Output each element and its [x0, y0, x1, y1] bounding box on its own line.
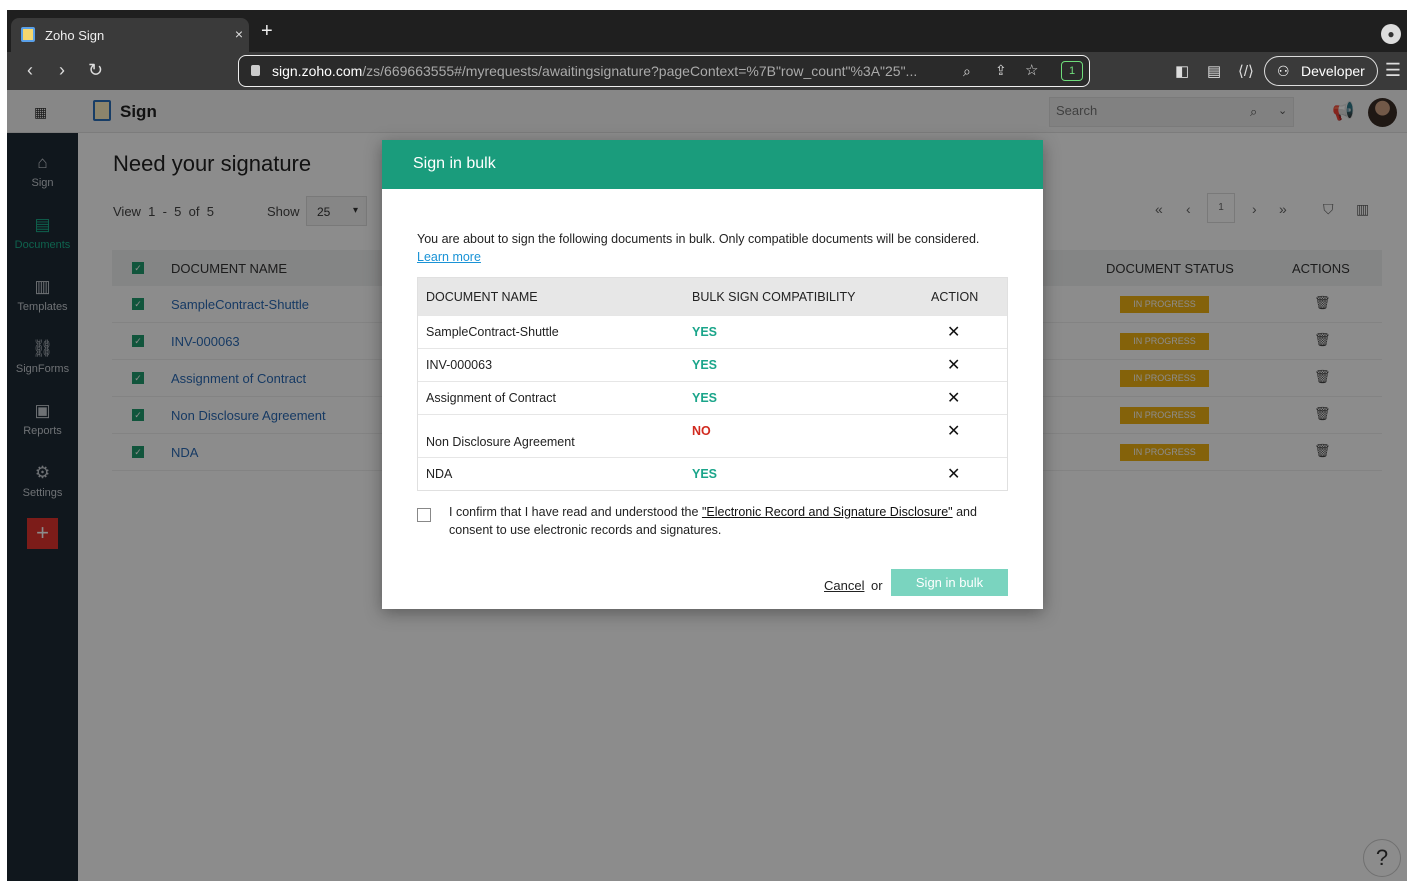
bulk-doc-name: SampleContract-Shuttle — [426, 325, 559, 339]
bookmark-star-icon[interactable]: ☆ — [1025, 61, 1038, 79]
reload-icon[interactable]: ↻ — [88, 60, 103, 81]
zoho-sign-favicon-icon — [21, 27, 35, 42]
remove-icon[interactable]: ✕ — [947, 421, 960, 441]
bulk-table-row: Non Disclosure Agreement NO ✕ — [418, 414, 1007, 457]
compatibility-yes: YES — [692, 358, 718, 372]
bulk-doc-name: INV-000063 — [426, 358, 493, 372]
profile-icon[interactable]: ● — [1381, 24, 1401, 44]
remove-icon[interactable]: ✕ — [947, 388, 960, 408]
devtools-icon[interactable]: ⟨/⟩ — [1238, 62, 1254, 80]
compatibility-yes: YES — [692, 391, 718, 405]
extension-shield-icon[interactable]: 1 — [1061, 61, 1083, 81]
bulk-doc-name: Non Disclosure Agreement — [426, 435, 575, 449]
dialog-title: Sign in bulk — [382, 140, 1043, 189]
learn-more-link[interactable]: Learn more — [417, 250, 481, 264]
bulk-table-row: NDA YES ✕ — [418, 457, 1007, 490]
bulk-documents-table: DOCUMENT NAME BULK SIGN COMPATIBILITY AC… — [417, 277, 1008, 491]
share-icon[interactable]: ⇪ — [995, 62, 1007, 79]
cancel-button[interactable]: Cancel — [824, 578, 864, 593]
disclosure-link[interactable]: "Electronic Record and Signature Disclos… — [702, 505, 953, 519]
back-icon[interactable]: ‹ — [27, 60, 33, 81]
tab-title: Zoho Sign — [45, 28, 105, 43]
lock-icon — [251, 65, 260, 76]
tab-close-icon[interactable]: × — [235, 26, 243, 42]
address-bar[interactable]: sign.zoho.com/zs/669663555#/myrequests/a… — [238, 55, 1090, 87]
or-label: or — [871, 578, 883, 593]
bulk-doc-name: Assignment of Contract — [426, 391, 556, 405]
bulk-table-header: DOCUMENT NAME BULK SIGN COMPATIBILITY AC… — [418, 278, 1007, 315]
browser-tab[interactable]: Zoho Sign × — [11, 18, 249, 52]
developer-icon: ⚇ — [1277, 63, 1290, 79]
new-tab-icon[interactable]: + — [261, 21, 273, 41]
bulk-table-row: INV-000063 YES ✕ — [418, 348, 1007, 381]
developer-label: Developer — [1301, 63, 1365, 79]
remove-icon[interactable]: ✕ — [947, 464, 960, 484]
menu-icon[interactable]: ☰ — [1385, 60, 1401, 81]
bulk-table-row: SampleContract-Shuttle YES ✕ — [418, 315, 1007, 348]
dialog-intro: You are about to sign the following docu… — [417, 230, 1007, 266]
sign-in-bulk-button[interactable]: Sign in bulk — [891, 569, 1008, 596]
zoom-icon[interactable]: ⌕ — [963, 63, 971, 80]
remove-icon[interactable]: ✕ — [947, 355, 960, 375]
intro-text: You are about to sign the following docu… — [417, 232, 980, 246]
col-compatibility: BULK SIGN COMPATIBILITY — [692, 290, 856, 304]
browser-tabbar: Zoho Sign × + ● — [7, 10, 1407, 52]
sign-in-bulk-dialog: Sign in bulk You are about to sign the f… — [382, 140, 1043, 609]
col-action: ACTION — [931, 290, 979, 304]
developer-button[interactable]: ⚇ Developer — [1264, 56, 1378, 86]
reading-list-icon[interactable]: ▤ — [1207, 62, 1221, 80]
url-text: sign.zoho.com/zs/669663555#/myrequests/a… — [272, 63, 918, 79]
forward-icon[interactable]: › — [59, 60, 65, 81]
compatibility-yes: YES — [692, 467, 718, 481]
browser-window: Zoho Sign × + ● ‹ › ↻ sign.zoho.com/zs/6… — [7, 10, 1407, 881]
consent-checkbox[interactable] — [417, 508, 431, 522]
bulk-doc-name: NDA — [426, 467, 453, 481]
compatibility-yes: YES — [692, 325, 718, 339]
compatibility-no: NO — [692, 424, 711, 438]
bulk-table-row: Assignment of Contract YES ✕ — [418, 381, 1007, 414]
consent-text: I confirm that I have read and understoo… — [449, 503, 1009, 539]
remove-icon[interactable]: ✕ — [947, 322, 960, 342]
sidepanel-icon[interactable]: ◧ — [1175, 62, 1189, 80]
consent-text-pre: I confirm that I have read and understoo… — [449, 505, 702, 519]
col-document-name: DOCUMENT NAME — [426, 290, 538, 304]
browser-toolbar: ‹ › ↻ sign.zoho.com/zs/669663555#/myrequ… — [7, 52, 1407, 90]
